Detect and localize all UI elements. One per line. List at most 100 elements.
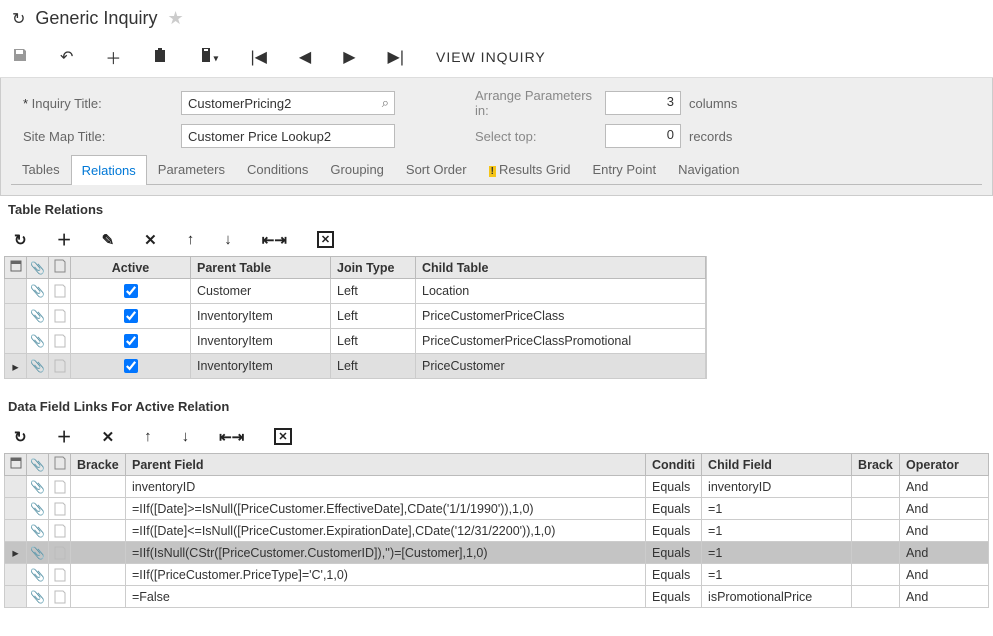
note-icon[interactable]: [49, 542, 71, 564]
child-field-cell[interactable]: =1: [702, 542, 852, 564]
grid-delete-icon[interactable]: ✕: [144, 231, 157, 249]
brackets-cell[interactable]: [71, 520, 126, 542]
tab-grouping[interactable]: Grouping: [319, 154, 394, 184]
col-condition[interactable]: Conditi: [646, 454, 702, 476]
active-cell[interactable]: [71, 279, 191, 304]
table-row[interactable]: 📎 =IIf([PriceCustomer.PriceType]='C',1,0)…: [5, 564, 989, 586]
child-field-cell[interactable]: isPromotionalPrice: [702, 586, 852, 608]
sitemap-title-input[interactable]: Customer Price Lookup2: [181, 124, 395, 148]
row-marker[interactable]: ▸: [5, 354, 27, 379]
join-type-cell[interactable]: Left: [331, 304, 416, 329]
table-row[interactable]: 📎 InventoryItemLeftPriceCustomerPriceClas…: [5, 329, 706, 354]
links-moveup-icon[interactable]: ↑: [144, 428, 152, 445]
condition-cell[interactable]: Equals: [646, 476, 702, 498]
links-delete-icon[interactable]: ✕: [102, 428, 115, 446]
table-row[interactable]: 📎 =IIf([Date]>=IsNull([PriceCustomer.Effe…: [5, 498, 989, 520]
table-row[interactable]: 📎CustomerLeftLocation: [5, 279, 706, 304]
table-row[interactable]: 📎InventoryItemLeftPriceCustomerPriceClas…: [5, 304, 706, 329]
operator-cell[interactable]: And: [900, 498, 989, 520]
row-marker[interactable]: [5, 476, 27, 498]
attachment-icon[interactable]: 📎: [27, 542, 49, 564]
child-table-cell[interactable]: PriceCustomerPriceClassPromotional: [416, 329, 706, 354]
col-parent-table[interactable]: Parent Table: [191, 257, 331, 279]
condition-cell[interactable]: Equals: [646, 542, 702, 564]
tab-conditions[interactable]: Conditions: [236, 154, 319, 184]
grid-corner[interactable]: [5, 257, 27, 279]
row-marker[interactable]: [5, 304, 27, 329]
condition-cell[interactable]: Equals: [646, 498, 702, 520]
links-corner[interactable]: [5, 454, 27, 476]
grid-add-icon[interactable]: ＋: [57, 229, 72, 250]
table-row[interactable]: 📎inventoryIDEqualsinventoryIDAnd: [5, 476, 989, 498]
brackets2-cell[interactable]: [852, 586, 900, 608]
col-operator[interactable]: Operator: [900, 454, 989, 476]
grid-fit-icon[interactable]: ⇤⇥: [262, 231, 287, 249]
grid-refresh-icon[interactable]: ↻: [14, 231, 27, 249]
note-icon[interactable]: [49, 476, 71, 498]
view-inquiry-button[interactable]: VIEW INQUIRY: [436, 49, 546, 65]
table-row[interactable]: ▸📎=IIf(IsNull(CStr([PriceCustomer.Custom…: [5, 542, 989, 564]
clipboard-dropdown-icon[interactable]: ▾: [199, 47, 218, 68]
attachment-icon[interactable]: 📎: [27, 564, 49, 586]
child-field-cell[interactable]: =1: [702, 564, 852, 586]
save-icon[interactable]: [12, 47, 28, 68]
grid-movedown-icon[interactable]: ↓: [224, 231, 232, 248]
links-export-icon[interactable]: ✕: [274, 428, 291, 445]
operator-cell[interactable]: And: [900, 520, 989, 542]
condition-cell[interactable]: Equals: [646, 520, 702, 542]
row-marker[interactable]: [5, 520, 27, 542]
table-row[interactable]: 📎=FalseEqualsisPromotionalPriceAnd: [5, 586, 989, 608]
select-top-input[interactable]: 0: [605, 124, 681, 148]
links-fit-icon[interactable]: ⇤⇥: [219, 428, 244, 446]
operator-cell[interactable]: And: [900, 476, 989, 498]
parent-field-cell[interactable]: =IIf([Date]<=IsNull([PriceCustomer.Expir…: [126, 520, 646, 542]
grid-moveup-icon[interactable]: ↑: [187, 231, 195, 248]
parent-field-cell[interactable]: =IIf([Date]>=IsNull([PriceCustomer.Effec…: [126, 498, 646, 520]
join-type-cell[interactable]: Left: [331, 329, 416, 354]
tab-tables[interactable]: Tables: [11, 154, 71, 184]
links-add-icon[interactable]: ＋: [57, 426, 72, 447]
parent-field-cell[interactable]: =False: [126, 586, 646, 608]
links-refresh-icon[interactable]: ↻: [14, 428, 27, 446]
active-cell[interactable]: [71, 304, 191, 329]
add-icon[interactable]: ＋: [105, 45, 121, 69]
attachment-icon[interactable]: 📎: [27, 329, 49, 354]
row-marker[interactable]: [5, 564, 27, 586]
inquiry-title-input[interactable]: CustomerPricing2: [181, 91, 395, 115]
note-icon[interactable]: [49, 279, 71, 304]
first-record-icon[interactable]: |◀: [250, 47, 266, 67]
prev-record-icon[interactable]: ◀: [299, 47, 311, 67]
lookup-icon[interactable]: ⌕: [382, 95, 389, 111]
brackets2-cell[interactable]: [852, 476, 900, 498]
row-marker[interactable]: [5, 498, 27, 520]
note-icon[interactable]: [49, 329, 71, 354]
attachment-icon[interactable]: 📎: [27, 520, 49, 542]
attachment-icon[interactable]: 📎: [27, 354, 49, 379]
col-brackets2[interactable]: Brack: [852, 454, 900, 476]
tab-navigation[interactable]: Navigation: [667, 154, 750, 184]
note-icon[interactable]: [49, 498, 71, 520]
delete-icon[interactable]: [153, 47, 167, 67]
brackets2-cell[interactable]: [852, 520, 900, 542]
brackets-cell[interactable]: [71, 586, 126, 608]
join-type-cell[interactable]: Left: [331, 279, 416, 304]
child-table-cell[interactable]: Location: [416, 279, 706, 304]
join-type-cell[interactable]: Left: [331, 354, 416, 379]
col-child-table[interactable]: Child Table: [416, 257, 706, 279]
attachment-icon[interactable]: 📎: [27, 498, 49, 520]
child-table-cell[interactable]: PriceCustomerPriceClass: [416, 304, 706, 329]
last-record-icon[interactable]: ▶|: [388, 47, 404, 67]
note-icon[interactable]: [49, 520, 71, 542]
brackets-cell[interactable]: [71, 564, 126, 586]
condition-cell[interactable]: Equals: [646, 564, 702, 586]
col-parent-field[interactable]: Parent Field: [126, 454, 646, 476]
note-icon[interactable]: [49, 564, 71, 586]
links-movedown-icon[interactable]: ↓: [182, 428, 190, 445]
brackets-cell[interactable]: [71, 498, 126, 520]
col-active[interactable]: Active: [71, 257, 191, 279]
parent-table-cell[interactable]: InventoryItem: [191, 329, 331, 354]
table-row[interactable]: 📎 =IIf([Date]<=IsNull([PriceCustomer.Expi…: [5, 520, 989, 542]
operator-cell[interactable]: And: [900, 586, 989, 608]
condition-cell[interactable]: Equals: [646, 586, 702, 608]
parent-field-cell[interactable]: =IIf([PriceCustomer.PriceType]='C',1,0): [126, 564, 646, 586]
